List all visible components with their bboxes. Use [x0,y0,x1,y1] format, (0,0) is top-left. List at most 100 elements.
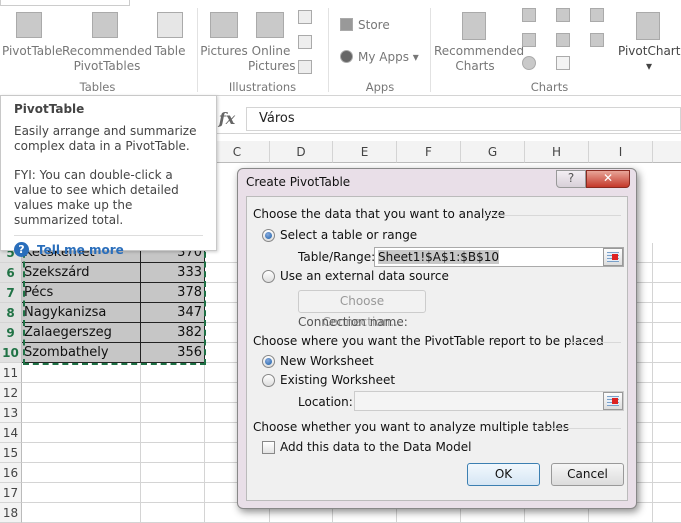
cancel-button[interactable]: Cancel [551,463,624,486]
cell[interactable] [653,423,681,443]
row-header[interactable]: 13 [0,403,22,423]
online-pictures-button[interactable]: Online Pictures [248,44,296,74]
line-chart-icon[interactable] [522,33,536,47]
collapse-location-icon[interactable] [603,392,623,410]
formula-input[interactable]: Város [246,107,681,131]
smartart-icon[interactable] [298,35,312,49]
row-header[interactable]: 9 [0,323,22,343]
column-chart-icon[interactable] [522,8,536,22]
cell[interactable] [141,383,205,403]
screenshot-icon[interactable] [298,60,312,74]
cell-value[interactable]: 333 [141,263,205,283]
row-header[interactable]: 10 [0,343,22,363]
cell[interactable] [141,483,205,503]
column-header-j[interactable] [653,141,681,163]
pivottable-button[interactable]: PivotTable [2,44,63,59]
bar-chart-icon[interactable] [556,8,570,22]
row-header[interactable]: 6 [0,263,22,283]
cell[interactable] [141,463,205,483]
location-input[interactable] [354,391,624,411]
cell[interactable] [22,363,141,383]
radio-external-source-label[interactable]: Use an external data source [280,269,449,283]
store-button[interactable]: Store [358,18,390,33]
column-header-e[interactable]: E [333,141,397,163]
cell[interactable] [653,503,681,523]
radio-select-table[interactable] [262,229,275,242]
combo-chart-icon[interactable] [590,33,604,47]
cell[interactable] [653,323,681,343]
row-header[interactable]: 12 [0,383,22,403]
cell[interactable] [653,463,681,483]
table-range-input[interactable]: Sheet1!$A$1:$B$10 [374,247,624,267]
shapes-icon[interactable] [298,10,312,24]
cell[interactable] [653,443,681,463]
help-button[interactable]: ? [556,170,586,188]
column-header-h[interactable]: H [525,141,589,163]
row-header[interactable]: 11 [0,363,22,383]
recommended-charts-button[interactable]: Recommended Charts [434,44,524,74]
cell-value[interactable]: 356 [141,343,205,363]
radio-select-table-label[interactable]: Select a table or range [280,228,417,242]
data-model-checkbox[interactable] [262,441,275,454]
row-header[interactable]: 17 [0,483,22,503]
cell[interactable] [653,343,681,363]
cell-city[interactable]: Nagykanizsa [22,303,141,323]
cell[interactable] [22,443,141,463]
scatter-chart-icon[interactable] [556,56,570,70]
column-header-i[interactable]: I [589,141,653,163]
radio-existing-worksheet[interactable] [262,374,275,387]
data-model-checkbox-label[interactable]: Add this data to the Data Model [280,440,471,454]
cell[interactable] [22,423,141,443]
cell[interactable] [22,383,141,403]
row-header[interactable]: 16 [0,463,22,483]
radio-existing-worksheet-label[interactable]: Existing Worksheet [280,373,395,387]
cell[interactable] [653,303,681,323]
row-header[interactable]: 7 [0,283,22,303]
insert-function-button[interactable]: fx [214,107,240,131]
row-header[interactable]: 18 [0,503,22,523]
radar-chart-icon[interactable] [590,8,604,22]
row-header[interactable]: 15 [0,443,22,463]
pivotchart-button[interactable]: PivotChart ▾ [618,44,680,74]
cell-city[interactable]: Szekszárd [22,263,141,283]
cell[interactable] [141,443,205,463]
radio-new-worksheet-label[interactable]: New Worksheet [280,354,374,368]
recommended-pivottables-button[interactable]: Recommended PivotTables [62,44,152,74]
cell[interactable] [653,483,681,503]
cell[interactable] [653,243,681,263]
cell[interactable] [653,403,681,423]
pie-chart-icon[interactable] [522,56,536,70]
cell-value[interactable]: 378 [141,283,205,303]
cell-city[interactable]: Szombathely [22,343,141,363]
cell[interactable] [22,403,141,423]
column-header-d[interactable]: D [270,141,333,163]
column-header-f[interactable]: F [397,141,461,163]
cell-city[interactable]: Zalaegerszeg [22,323,141,343]
cell[interactable] [141,403,205,423]
column-header-g[interactable]: G [461,141,525,163]
pictures-button[interactable]: Pictures [200,44,248,59]
cell[interactable] [141,503,205,523]
collapse-range-icon[interactable] [603,248,623,266]
cell[interactable] [653,263,681,283]
cell[interactable] [653,383,681,403]
ok-button[interactable]: OK [467,463,540,486]
cell[interactable] [22,503,141,523]
area-chart-icon[interactable] [556,33,570,47]
row-header[interactable]: 14 [0,423,22,443]
cell-city[interactable]: Pécs [22,283,141,303]
row-header[interactable]: 8 [0,303,22,323]
choose-connection-button[interactable]: Choose Connection... [298,290,426,329]
cell[interactable] [653,363,681,383]
cell[interactable] [22,463,141,483]
tell-me-more-link[interactable]: ? Tell me more [14,235,203,257]
cell[interactable] [22,483,141,503]
cell-value[interactable]: 382 [141,323,205,343]
cell-value[interactable]: 347 [141,303,205,323]
cell[interactable] [141,423,205,443]
radio-new-worksheet[interactable] [262,355,275,368]
table-button[interactable]: Table [152,44,188,59]
close-button[interactable]: ✕ [586,170,630,188]
my-apps-button[interactable]: My Apps ▾ [358,50,419,65]
cell[interactable] [141,363,205,383]
